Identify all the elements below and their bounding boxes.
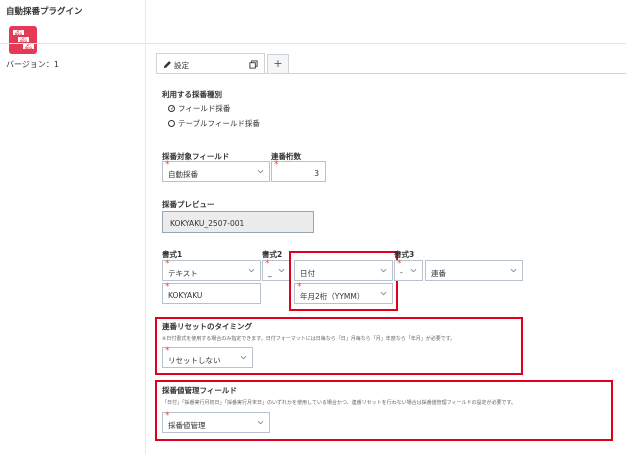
digits-value: 3 xyxy=(314,169,319,178)
radio-unchecked-icon xyxy=(168,120,175,127)
radio-checked-icon: ✓ xyxy=(168,105,176,112)
reset-label: 連番リセットのタイミング xyxy=(162,322,252,331)
copy-icon[interactable] xyxy=(249,60,258,69)
format2-separator-value: _ xyxy=(268,268,272,277)
target-field-select[interactable]: * 自動採番 xyxy=(162,161,270,182)
radio-field-numbering-label: フィールド採番 xyxy=(178,104,231,113)
reset-note: ※日付書式を使用する場合のみ指定できます。日付フォーマットには日毎なら「日」月毎… xyxy=(162,336,456,342)
tab-underline xyxy=(156,73,626,74)
format3-separator-select[interactable]: * - xyxy=(394,260,423,281)
chevron-down-icon xyxy=(257,420,264,425)
radio-table-numbering-label: テーブルフィールド採番 xyxy=(178,119,260,128)
mgmt-select[interactable]: * 採番値管理 xyxy=(162,412,270,433)
pencil-icon xyxy=(163,61,171,69)
plugin-documents-icon: 2-001 2-001 2-001 xyxy=(9,26,37,54)
preview-box: KOKYAKU_2507-001 xyxy=(162,211,314,233)
sidebar-divider xyxy=(145,0,146,454)
format1-text-value: KOKYAKU xyxy=(168,291,203,300)
mgmt-note: 「日付」「採番実行月初日」「採番実行月末日」のいずれかを使用している場合かつ、連… xyxy=(162,400,517,406)
header-divider-right xyxy=(146,43,626,44)
radio-table-numbering[interactable]: テーブルフィールド採番 xyxy=(168,118,260,129)
format3-separator-value: - xyxy=(400,268,403,277)
chevron-down-icon xyxy=(257,169,264,174)
preview-label: 採番プレビュー xyxy=(162,200,215,209)
format1-type-value: テキスト xyxy=(168,269,198,278)
preview-value: KOKYAKU_2507-001 xyxy=(170,219,245,228)
digits-input[interactable]: * 3 xyxy=(271,161,326,182)
mgmt-label: 採番値管理フィールド xyxy=(162,386,237,395)
chevron-down-icon xyxy=(240,355,247,360)
header-divider-left xyxy=(0,43,145,44)
icon-doc-3: 2-001 xyxy=(22,43,35,50)
format3-type-value: 連番 xyxy=(431,269,446,278)
reset-select[interactable]: * リセットしない xyxy=(162,347,253,368)
format1-type-select[interactable]: * テキスト xyxy=(162,260,261,281)
tab-settings[interactable]: 設定 xyxy=(156,53,265,73)
format1-text-input[interactable]: * KOKYAKU xyxy=(162,283,261,304)
plugin-title: 自動採番プラグイン xyxy=(6,7,83,17)
radio-field-numbering[interactable]: ✓ フィールド採番 xyxy=(168,103,230,114)
add-tab-button[interactable]: + xyxy=(267,54,289,73)
format3-type-select[interactable]: 連番 xyxy=(425,260,523,281)
chevron-down-icon xyxy=(278,268,285,273)
version-label: バージョン：1 xyxy=(6,60,59,69)
target-field-value: 自動採番 xyxy=(168,170,198,179)
tab-settings-label: 設定 xyxy=(174,61,189,70)
type-section-label: 利用する採番種別 xyxy=(162,90,222,99)
icon-doc-2: 2-001 xyxy=(17,36,30,43)
required-mark: * xyxy=(274,160,279,170)
icon-doc-1: 2-001 xyxy=(12,29,25,36)
chevron-down-icon xyxy=(410,268,417,273)
chevron-down-icon xyxy=(510,268,517,273)
highlight-box-format2 xyxy=(289,251,398,311)
mgmt-value: 採番値管理 xyxy=(168,421,206,430)
format2-separator-select[interactable]: * _ xyxy=(262,260,291,281)
reset-value: リセットしない xyxy=(168,356,221,365)
chevron-down-icon xyxy=(248,268,255,273)
